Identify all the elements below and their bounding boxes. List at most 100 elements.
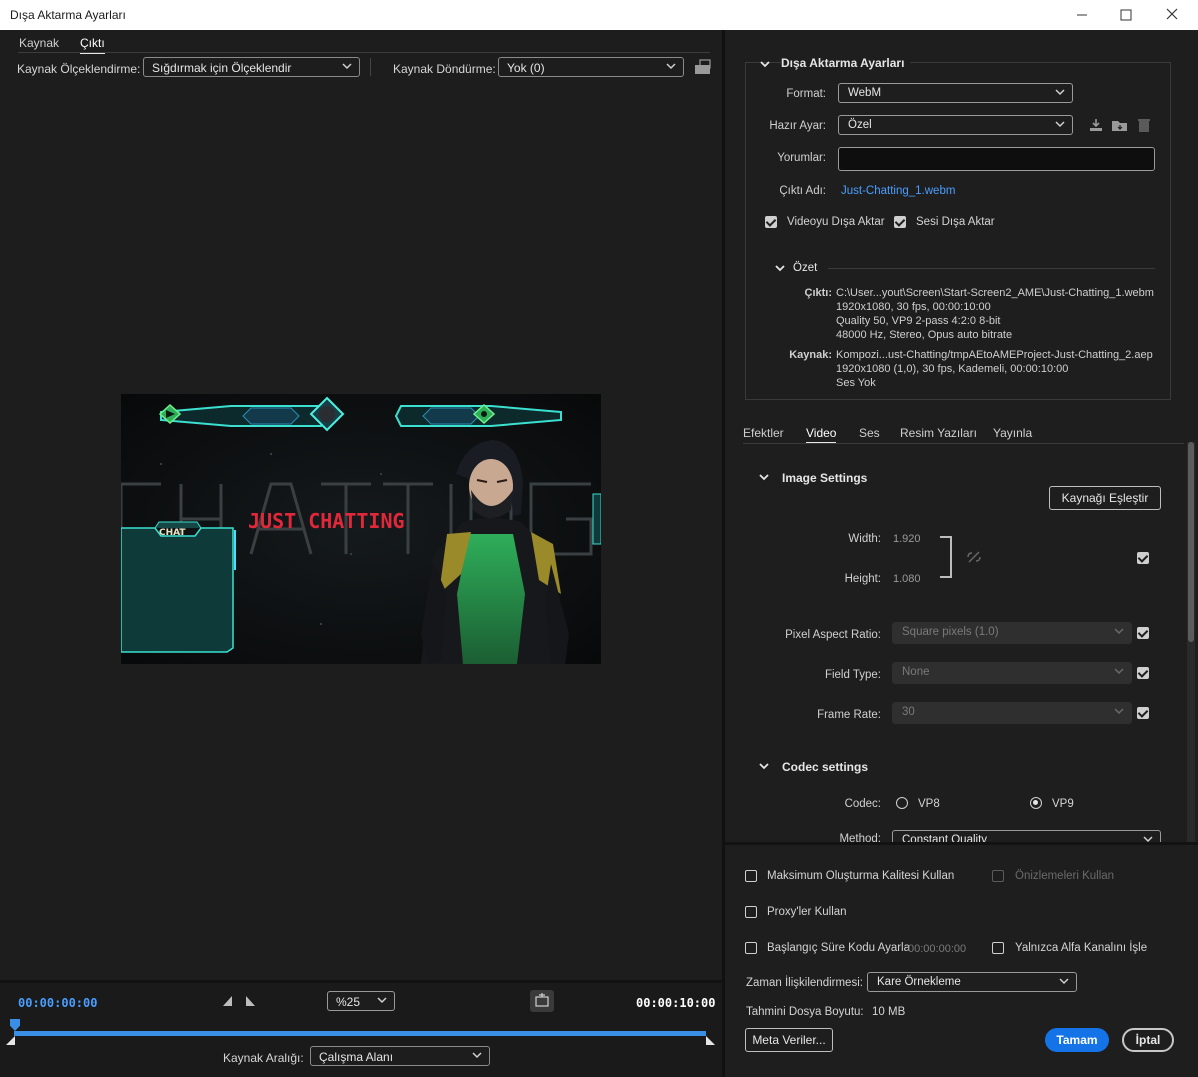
frame-rate-dropdown[interactable]: 30 [892,702,1132,724]
chevron-down-icon [376,993,388,1007]
tab-publish[interactable]: Yayınla [993,426,1032,440]
timeline-track[interactable] [14,1031,706,1036]
comments-input[interactable] [838,147,1155,171]
timeline: 00:00:00:00 %25 00:00:10:00 Kaynak Aralı… [0,980,722,1077]
title-bar: Dışa Aktarma Ayarları [0,0,1198,30]
scrollbar-thumb[interactable] [1188,442,1194,642]
preview-image: JUST CHATTING CHAT [121,394,601,664]
vp8-label: VP8 [918,798,940,810]
width-value[interactable]: 1.920 [893,533,921,545]
preset-dropdown[interactable]: Özel [838,115,1073,135]
settings-scrollbar[interactable] [1187,442,1195,842]
window-title: Dışa Aktarma Ayarları [10,8,126,22]
source-scaling-dropdown[interactable]: Sığdırmak için Ölçeklendir [143,57,360,77]
vp9-radio[interactable] [1030,797,1042,809]
step-forward-icon[interactable] [244,995,256,1010]
summary-title: Özet [793,262,818,274]
current-timecode[interactable]: 00:00:00:00 [18,996,97,1010]
frame-rate-label: Frame Rate: [817,709,881,721]
chevron-down-icon[interactable] [757,759,771,776]
unlink-icon[interactable] [966,550,982,567]
preview-panel: Kaynak Çıktı Kaynak Ölçeklendirme: Sığdı… [0,30,722,1077]
method-row: Method: Constant Quality [725,825,1185,842]
delete-preset-icon[interactable] [1136,117,1152,136]
max-quality-checkbox[interactable] [745,870,757,882]
chevron-down-icon[interactable] [773,261,787,278]
max-quality-label: Maksimum Oluşturma Kalitesi Kullan [767,870,955,882]
chevron-down-icon [665,59,677,73]
time-interp-dropdown[interactable]: Kare Örnekleme [867,972,1077,992]
fit-frame-button[interactable] [530,990,554,1012]
step-back-icon[interactable] [222,995,234,1010]
tab-audio[interactable]: Ses [859,426,880,440]
save-preset-icon[interactable] [1088,117,1104,136]
source-rotation-label: Kaynak Döndürme: [393,62,496,76]
export-audio-checkbox[interactable] [894,216,906,228]
summary-divider [828,268,1155,269]
in-point-marker[interactable] [6,1035,16,1049]
par-label: Pixel Aspect Ratio: [785,629,881,641]
par-checkbox[interactable] [1137,627,1149,639]
summary-output-line: 1920x1080, 30 fps, 00:00:10:00 [836,301,991,313]
source-rotation-dropdown[interactable]: Yok (0) [498,57,684,77]
zoom-dropdown[interactable]: %25 [327,991,395,1011]
summary-output-line: C:\User...yout\Screen\Start-Screen2_AME\… [836,287,1154,299]
zoom-value: %25 [336,995,361,1009]
crop-icon[interactable] [694,59,712,75]
source-range-dropdown[interactable]: Çalışma Alanı [310,1046,490,1066]
tab-video[interactable]: Video [806,426,837,444]
method-value: Constant Quality [902,834,988,842]
import-preset-icon[interactable] [1111,117,1129,136]
field-type-checkbox[interactable] [1137,667,1149,679]
vp8-radio[interactable] [896,797,908,809]
tab-effects[interactable]: Efektler [743,426,784,440]
summary-source-line: 1920x1080 (1,0), 30 fps, Kademeli, 00:00… [836,363,1069,375]
summary-source-line: Ses Yok [836,377,876,389]
tab-source[interactable]: Kaynak [19,36,59,50]
output-name-link[interactable]: Just-Chatting_1.webm [841,185,955,197]
cancel-button[interactable]: İptal [1122,1028,1174,1052]
time-interp-value: Kare Örnekleme [877,976,961,988]
match-source-button[interactable]: Kaynağı Eşleştir [1049,486,1161,510]
chevron-down-icon[interactable] [757,470,771,487]
playhead[interactable] [10,1019,20,1031]
export-audio-label: Sesi Dışa Aktar [916,216,995,228]
tab-captions[interactable]: Resim Yazıları [900,426,977,440]
export-video-checkbox[interactable] [765,216,777,228]
output-name-label: Çıktı Adı: [779,185,826,197]
chevron-down-icon[interactable] [758,57,772,74]
summary-output-line: Quality 50, VP9 2-pass 4:2:0 8-bit [836,315,1001,327]
height-value[interactable]: 1.080 [893,573,921,585]
method-dropdown[interactable]: Constant Quality [892,830,1161,842]
format-dropdown[interactable]: WebM [838,83,1073,103]
start-timecode-checkbox[interactable] [745,942,757,954]
chevron-down-icon [1054,85,1066,99]
minimize-button[interactable] [1059,0,1105,30]
frame-rate-checkbox[interactable] [1137,707,1149,719]
use-proxies-checkbox[interactable] [745,906,757,918]
comments-label: Yorumlar: [777,152,826,164]
dimension-link-bracket [940,536,952,578]
chevron-down-icon [471,1048,483,1062]
source-range-value: Çalışma Alanı [319,1050,394,1064]
time-interp-label: Zaman İlişkilendirmesi: [746,977,863,989]
export-video-label: Videoyu Dışa Aktar [787,216,885,228]
metadata-button[interactable]: Meta Veriler... [745,1028,833,1052]
dimensions-checkbox[interactable] [1137,552,1149,564]
start-timecode-value[interactable]: 00:00:00:00 [908,943,966,955]
field-type-dropdown[interactable]: None [892,662,1132,684]
tab-divider [18,52,710,53]
close-button[interactable] [1149,0,1195,30]
alpha-only-checkbox[interactable] [992,942,1004,954]
vp9-label: VP9 [1052,798,1074,810]
source-rotation-value: Yok (0) [507,61,545,75]
tabs-divider [743,443,1184,444]
fit-frame-icon [535,993,549,1007]
par-dropdown[interactable]: Square pixels (1.0) [892,622,1132,644]
frame-rate-value: 30 [902,706,915,718]
chevron-down-icon [1142,832,1154,842]
ok-button[interactable]: Tamam [1045,1028,1109,1052]
maximize-button[interactable] [1103,0,1149,30]
out-point-marker[interactable] [706,1035,716,1049]
summary-source-label: Kaynak: [789,349,832,361]
